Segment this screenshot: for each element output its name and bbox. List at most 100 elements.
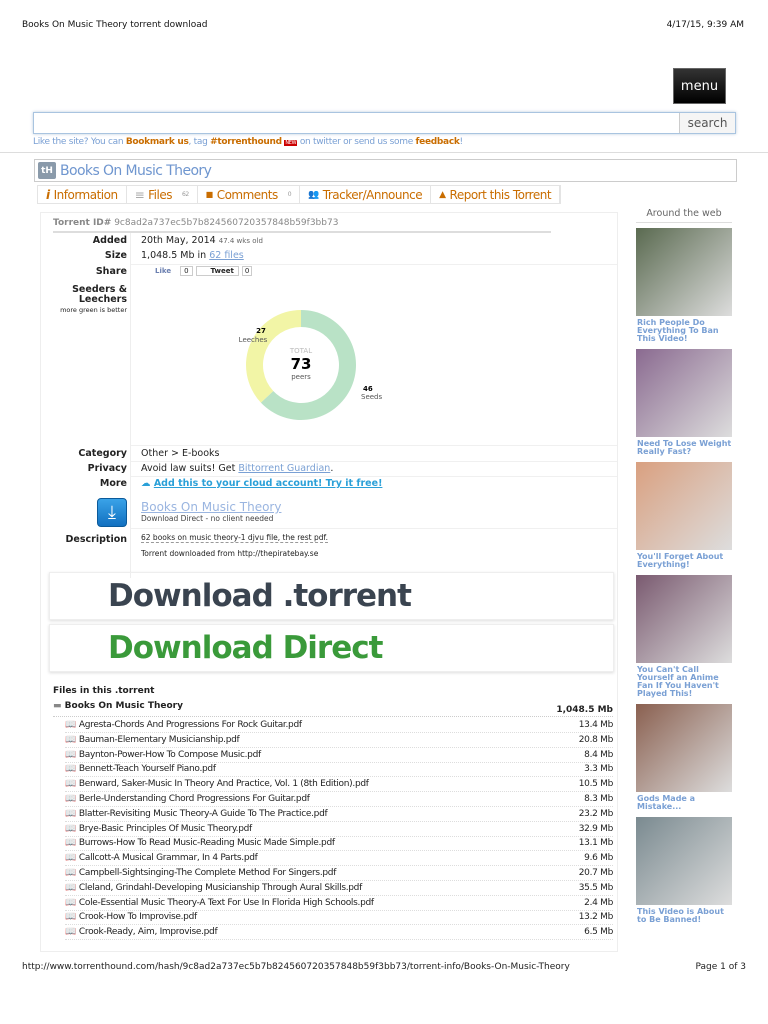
tab-report[interactable]: ▲ Report this Torrent [431,186,561,203]
book-icon: 📖 [65,794,76,804]
book-icon: 📖 [65,779,76,790]
tab-comments[interactable]: ■ Comments 0 [198,186,301,203]
bookmark-link[interactable]: Bookmark us [126,137,189,147]
file-size: 20.7 Mb [578,868,614,878]
cloud-link[interactable]: ☁ Add this to your cloud account! Try it… [141,478,382,489]
file-row[interactable]: 📖 Benward, Saker-Music In Theory And Prac… [65,777,613,793]
file-name: 📖 Bauman-Elementary Musicianship.pdf [65,734,240,745]
ad-item[interactable]: You Can't Call Yourself an Anime Fan If … [636,575,732,698]
privacy-text: Avoid law suits! Get [141,463,239,474]
warning-icon: ▲ [439,189,446,200]
files-link[interactable]: 62 files [209,250,244,261]
book-icon: 📖 [65,838,76,849]
peers-label: Seeders & Leechers more green is better [41,285,127,315]
description-line: Torrent downloaded from http://thepirate… [141,549,319,558]
file-row[interactable]: 📖 Agresta-Chords And Progressions For Roc… [65,718,613,733]
download-direct-button[interactable]: Download Direct [49,624,614,672]
page-title: Books On Music Theory [60,162,212,179]
download-icon[interactable]: ⤓ [97,498,127,527]
file-row[interactable]: 📖 Berle-Understanding Chord Progressions … [65,792,613,807]
file-label: Bauman-Elementary Musicianship.pdf [78,734,240,745]
added-label: Added [92,235,127,246]
ad-item[interactable]: You'll Forget About Everything! [636,462,732,569]
file-row[interactable]: 📖 Callcott-A Musical Grammar, In 4 Parts.… [65,851,613,867]
ad-image[interactable] [636,349,732,437]
ad-image[interactable] [636,817,732,905]
users-icon: 👥 [308,189,319,200]
info-icon: i [46,187,50,202]
file-name: 📖 Cole-Essential Music Theory-A Text For … [65,898,374,908]
more-label: More [99,478,127,489]
ad-title[interactable]: Need To Lose Weight Really Fast? [637,440,732,456]
age: 47.4 wks old [218,237,263,245]
search-button[interactable]: search [679,113,735,133]
like-button[interactable]: Like [155,267,171,275]
ad-image[interactable] [636,462,732,550]
tab-tracker[interactable]: 👥 Tracker/Announce [300,186,432,203]
file-label: Callcott-A Musical Grammar, In 4 Parts.p… [78,853,258,864]
file-row[interactable]: 📖 Burrows-How To Read Music-Reading Music… [65,836,613,852]
sidebar-ads: Around the web Rich People Do Everything… [636,208,732,930]
ad-title[interactable]: Gods Made a Mistake... [637,795,732,811]
size-value: 1,048.5 Mb in 62 files [141,250,244,261]
file-size: 13.2 Mb [578,912,614,923]
file-label: Brye-Basic Principles Of Music Theory.pd… [78,823,252,834]
file-row[interactable]: 📖 Bauman-Elementary Musicianship.pdf 20.8 … [65,733,613,748]
direct-download-link[interactable]: Books On Music Theory [141,500,281,514]
ad-item[interactable]: Need To Lose Weight Really Fast? [636,349,732,456]
file-row[interactable]: 📖 Brye-Basic Principles Of Music Theory.p… [65,822,613,837]
file-name: 📖 Crook-Ready, Aim, Improvise.pdf [65,927,218,937]
feedback-link[interactable]: feedback [416,137,460,147]
page-number: Page 1 of 3 [695,962,747,972]
tweet-button[interactable]: Tweet [195,266,239,276]
file-row[interactable]: 📖 Crook-How To Improvise.pdf 13.2 Mb [65,910,614,926]
ad-item[interactable]: Rich People Do Everything To Ban This Vi… [636,228,732,343]
file-name: 📖 Burrows-How To Read Music-Reading Music… [65,838,335,848]
file-row[interactable]: 📖 Cleland, Grindahl-Developing Musiciansh… [65,881,613,896]
file-row[interactable]: 📖 Cole-Essential Music Theory-A Text For … [65,896,613,911]
added-date: 20th May, 2014 [141,235,216,246]
size: 1,048.5 Mb in [141,250,210,261]
tab-label: Report this Torrent [449,187,552,202]
ad-image[interactable] [636,704,732,792]
seeds-count: 46 [363,385,373,393]
ad-title[interactable]: Rich People Do Everything To Ban This Vi… [637,319,732,343]
ad-image[interactable] [636,575,732,663]
file-row[interactable]: 📖 Blatter-Revisiting Music Theory-A Guide… [65,807,613,822]
promo-text: Like the site? You can [33,137,126,147]
ad-item[interactable]: This Video is About to Be Banned! [636,817,732,924]
file-name: 📖 Callcott-A Musical Grammar, In 4 Parts.… [65,853,258,863]
tweet-count: 0 [241,266,253,276]
peers-label-text: Seeders & Leechers [72,284,127,305]
ad-image[interactable] [636,228,732,316]
file-name: 📖 Brye-Basic Principles Of Music Theory.p… [65,824,252,834]
site-logo-icon: tH [38,162,56,179]
ad-title[interactable]: You Can't Call Yourself an Anime Fan If … [637,666,732,698]
leeches-count: 27 [256,327,266,335]
menu-button[interactable]: menu [673,68,726,104]
search-input[interactable] [34,113,679,133]
ad-title[interactable]: You'll Forget About Everything! [637,553,732,569]
bittorrent-guardian-link[interactable]: Bittorrent Guardian [238,463,330,474]
ad-item[interactable]: Gods Made a Mistake... [636,704,732,811]
list-icon: ≡ [134,187,145,202]
file-label: Baynton-Power-How To Compose Music.pdf [78,749,261,760]
file-row[interactable]: 📖 Bennett-Teach Yourself Piano.pdf 3.3 Mb [65,762,613,778]
ad-title[interactable]: This Video is About to Be Banned! [637,908,732,924]
file-row[interactable]: 📖 Baynton-Power-How To Compose Music.pdf 8… [65,748,613,763]
cloud-link-text[interactable]: Add this to your cloud account! Try it f… [154,478,383,489]
download-torrent-button[interactable]: Download .torrent [49,572,614,620]
file-row[interactable]: 📖 Campbell-Sightsinging-The Complete Meth… [65,866,613,881]
tab-files[interactable]: ≡ Files 62 [127,186,198,203]
book-icon: 📖 [65,897,76,908]
tab-information[interactable]: i Information [38,186,127,203]
tab-label: Tracker/Announce [322,187,423,202]
file-name: 📖 Blatter-Revisiting Music Theory-A Guide… [65,809,328,819]
folder-row[interactable]: ▬ Books On Music Theory 1,048.5 Mb [53,701,613,717]
file-row[interactable]: 📖 Crook-Ready, Aim, Improvise.pdf 6.5 Mb [65,925,613,941]
total-label: TOTAL [289,347,312,355]
divider [131,528,617,529]
tag-link[interactable]: #torrenthound [210,137,282,147]
file-size: 35.5 Mb [578,882,614,893]
promo-text: ! [459,137,464,147]
